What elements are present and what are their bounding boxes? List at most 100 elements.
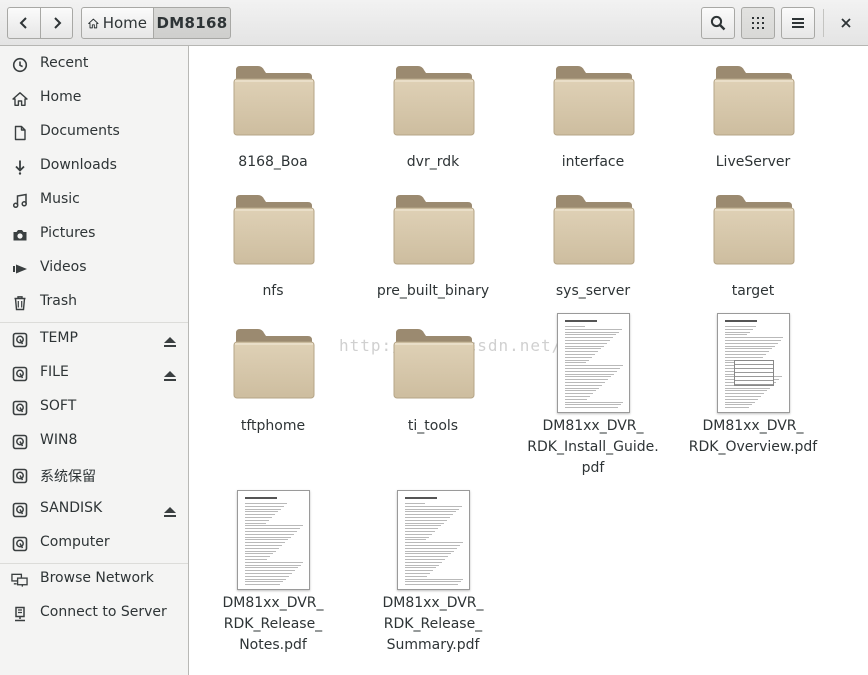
header-separator — [823, 9, 824, 37]
sidebar-item-label: 系统保留 — [40, 469, 96, 485]
view-mode-button[interactable] — [741, 7, 775, 39]
back-button[interactable] — [7, 7, 41, 39]
menu-button[interactable] — [781, 7, 815, 39]
sidebar-item-recent[interactable]: Recent — [0, 49, 188, 79]
sidebar: Recent Home Documents Downloads Music Picture… — [0, 46, 189, 675]
sidebar-item-label: WIN8 — [40, 432, 78, 448]
drive-icon — [11, 365, 28, 382]
sidebar-item-home[interactable]: Home — [0, 83, 188, 113]
file-name-label: DM81xx_DVR_ RDK_Release_ Summary.pdf — [382, 595, 484, 653]
eject-button[interactable] — [163, 503, 177, 518]
sidebar-item-label: FILE — [40, 364, 69, 380]
close-button[interactable] — [832, 7, 860, 39]
sidebar-item-label: Recent — [40, 55, 89, 71]
search-icon — [710, 15, 726, 31]
folder-icon — [232, 64, 316, 136]
sidebar-item-temp[interactable]: TEMP — [0, 324, 188, 354]
file-name-label: pre_built_binary — [376, 283, 490, 299]
breadcrumb-home-label: Home — [102, 14, 147, 32]
camera-icon — [11, 226, 28, 243]
breadcrumb-current[interactable]: DM8168 — [153, 7, 231, 39]
file-name-label: DM81xx_DVR_ RDK_Install_Guide. pdf — [527, 418, 659, 476]
sidebar-item-系统保留[interactable]: 系统保留 — [0, 460, 188, 490]
file-item[interactable]: DM81xx_DVR_ RDK_Install_Guide. pdf — [513, 46, 673, 476]
eject-icon[interactable] — [163, 506, 177, 518]
hamburger-menu-icon — [792, 18, 804, 28]
eject-icon[interactable] — [163, 336, 177, 348]
drive-icon — [11, 501, 28, 518]
header-bar: Home DM8168 — [0, 0, 868, 46]
folder-icon — [392, 327, 476, 399]
sidebar-separator — [0, 322, 188, 323]
pdf-thumbnail-icon — [717, 313, 790, 413]
sidebar-item-label: SOFT — [40, 398, 77, 414]
sidebar-item-label: Computer — [40, 534, 110, 550]
sidebar-item-label: Trash — [40, 293, 77, 309]
chevron-left-icon — [19, 17, 27, 29]
chevron-right-icon — [53, 17, 61, 29]
video-icon — [11, 260, 28, 277]
sidebar-item-label: Pictures — [40, 225, 96, 241]
close-icon — [841, 18, 851, 28]
file-name-label: target — [731, 283, 775, 299]
file-item[interactable]: DM81xx_DVR_ RDK_Overview.pdf — [673, 46, 833, 455]
file-name-label: 8168_Boa — [238, 154, 308, 170]
sidebar-item-videos[interactable]: Videos — [0, 253, 188, 283]
sidebar-item-label: Downloads — [40, 157, 117, 173]
sidebar-item-soft[interactable]: SOFT — [0, 392, 188, 422]
folder-icon — [712, 193, 796, 265]
search-button[interactable] — [701, 7, 735, 39]
sidebar-item-sandisk[interactable]: SANDISK — [0, 494, 188, 524]
home-icon — [88, 18, 99, 28]
file-item[interactable]: DM81xx_DVR_ RDK_Release_ Summary.pdf — [353, 46, 513, 653]
file-item[interactable]: DM81xx_DVR_ RDK_Release_ Notes.pdf — [193, 46, 353, 653]
sidebar-item-label: Documents — [40, 123, 120, 139]
sidebar-item-file[interactable]: FILE — [0, 358, 188, 388]
pdf-thumbnail-icon — [397, 490, 470, 590]
sidebar-item-label: Connect to Server — [40, 604, 167, 620]
eject-icon[interactable] — [163, 370, 177, 382]
grid-view-icon — [752, 17, 764, 29]
sidebar-item-music[interactable]: Music — [0, 185, 188, 215]
forward-button[interactable] — [40, 7, 73, 39]
sidebar-item-label: Videos — [40, 259, 87, 275]
sidebar-item-trash[interactable]: Trash — [0, 287, 188, 317]
sidebar-item-computer[interactable]: Computer — [0, 528, 188, 558]
eject-button[interactable] — [163, 367, 177, 382]
drive-icon — [11, 433, 28, 450]
sidebar-item-downloads[interactable]: Downloads — [0, 151, 188, 181]
eject-button[interactable] — [163, 333, 177, 348]
file-name-label: LiveServer — [715, 154, 791, 170]
drive-icon — [11, 331, 28, 348]
breadcrumb-home[interactable]: Home — [81, 7, 154, 39]
sidebar-item-label: Browse Network — [40, 570, 154, 586]
breadcrumb-current-label: DM8168 — [156, 14, 228, 32]
sidebar-item-documents[interactable]: Documents — [0, 117, 188, 147]
file-name-label: nfs — [262, 283, 284, 299]
sidebar-item-win8[interactable]: WIN8 — [0, 426, 188, 456]
folder-icon — [552, 193, 636, 265]
sidebar-item-browse-network[interactable]: Browse Network — [0, 564, 188, 594]
drive-icon — [11, 535, 28, 552]
file-name-label: ti_tools — [407, 418, 459, 434]
trash-icon — [11, 294, 28, 311]
drive-icon — [11, 467, 28, 484]
folder-icon — [232, 327, 316, 399]
sidebar-item-label: Music — [40, 191, 80, 207]
folder-icon — [392, 193, 476, 265]
folder-icon — [392, 64, 476, 136]
clock-icon — [11, 56, 28, 73]
drive-icon — [11, 399, 28, 416]
folder-icon — [552, 64, 636, 136]
file-name-label: dvr_rdk — [406, 154, 460, 170]
sidebar-item-connect-to-server[interactable]: Connect to Server — [0, 598, 188, 628]
download-icon — [11, 158, 28, 175]
file-manager-window: Home DM8168 Recent Home Documents Download — [0, 0, 868, 675]
file-name-label: interface — [561, 154, 625, 170]
network-icon — [11, 571, 28, 588]
sidebar-item-pictures[interactable]: Pictures — [0, 219, 188, 249]
sidebar-item-label: Home — [40, 89, 82, 105]
file-name-label: DM81xx_DVR_ RDK_Overview.pdf — [688, 418, 818, 455]
file-grid-view: http://blog.csdn.net/ 8168_Boa dvr_rdk i… — [189, 46, 868, 675]
document-icon — [11, 124, 28, 141]
